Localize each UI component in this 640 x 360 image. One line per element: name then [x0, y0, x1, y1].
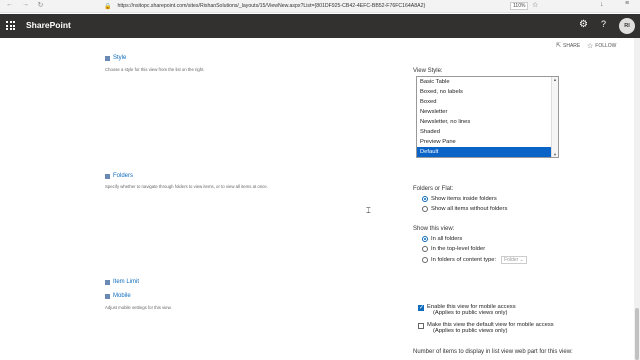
view-style-option[interactable]: Basic Table [417, 77, 552, 87]
view-style-label: View Style: [413, 68, 443, 74]
chevron-down-icon: ⌄ [519, 257, 524, 263]
mouse-cursor-icon: ⌶ [366, 206, 371, 215]
view-style-listbox[interactable]: Basic Table Boxed, no labels Boxed Newsl… [416, 76, 559, 158]
follow-label: FOLLOW [595, 43, 617, 49]
select-value: Folder [504, 257, 519, 263]
collapse-icon [105, 55, 110, 61]
radio-button[interactable] [422, 206, 428, 212]
content-type-select[interactable]: Folder ⌄ [501, 256, 527, 264]
show-view-label: Show this view: [413, 226, 455, 232]
collapse-icon [105, 279, 110, 285]
address-bar[interactable]: 🔒 https://nsitopc.sharepoint.com/sites/R… [104, 1, 425, 11]
default-mobile-checkbox-row[interactable]: Make this view the default view for mobi… [418, 322, 554, 334]
style-description: Choose a style for this view from the li… [105, 67, 205, 72]
radio-button[interactable] [422, 196, 428, 202]
listbox-scrollbar[interactable]: ▲ ▼ [551, 77, 558, 157]
app-title[interactable]: SharePoint [26, 20, 71, 30]
scroll-down-icon[interactable]: ▼ [553, 152, 557, 157]
address-url: https://nsitopc.sharepoint.com/sites/Ris… [117, 3, 426, 9]
menu-icon[interactable]: ≡ [625, 0, 629, 7]
style-title-text: Style [113, 55, 127, 61]
radio-show-without-folders[interactable]: Show all items without folders [422, 206, 507, 212]
suite-bar: SharePoint ⚙ ? RI [0, 14, 640, 38]
radio-button[interactable] [422, 236, 428, 242]
waffle-icon[interactable] [6, 21, 15, 30]
view-style-option[interactable]: Preview Pane [417, 137, 552, 147]
view-style-option[interactable]: Newsletter, no lines [417, 117, 552, 127]
item-count-label: Number of items to display in list view … [413, 349, 573, 355]
radio-label: Show items inside folders [431, 196, 497, 202]
folders-title-text: Folders [113, 173, 134, 179]
view-style-option[interactable]: Newsletter [417, 107, 552, 117]
folders-description: Specify whether to navigate through fold… [105, 184, 268, 189]
item-limit-title-text: Item Limit [113, 279, 140, 285]
checkbox[interactable] [418, 322, 424, 329]
back-icon[interactable]: ← [4, 1, 15, 8]
scroll-thumb[interactable] [635, 308, 639, 360]
lock-icon: 🔒 [104, 3, 112, 10]
mobile-section-title[interactable]: Mobile [105, 293, 131, 299]
radio-top-level-folder[interactable]: In the top-level folder [422, 246, 485, 252]
folders-flat-label: Folders or Flat: [413, 186, 454, 192]
radio-label: In the top-level folder [431, 246, 486, 252]
item-limit-section-title[interactable]: Item Limit [105, 279, 139, 285]
radio-label: In all folders [431, 236, 463, 242]
share-icon: ⇱ [556, 43, 562, 49]
mobile-description: Adjust mobile settings for this view. [105, 305, 172, 310]
radio-show-inside-folders[interactable]: Show items inside folders [422, 196, 497, 202]
forward-icon[interactable]: → [20, 1, 31, 8]
download-icon[interactable]: ↓ [600, 1, 604, 8]
checkbox-sublabel: (Applies to public views only) [433, 310, 508, 316]
zoom-level[interactable]: 110% [510, 2, 529, 10]
radio-label: Show all items without folders [431, 206, 508, 212]
star-icon: ☆ [587, 43, 594, 50]
page-scrollbar[interactable] [634, 38, 640, 360]
checkbox-sublabel: (Applies to public views only) [433, 328, 508, 334]
view-style-option[interactable]: Shaded [417, 127, 552, 137]
star-icon[interactable]: ☆ [532, 1, 538, 9]
enable-mobile-checkbox-row[interactable]: Enable this view for mobile access (Appl… [418, 304, 516, 316]
gear-icon[interactable]: ⚙ [579, 19, 588, 30]
share-button[interactable]: ⇱ SHARE [556, 42, 581, 50]
radio-all-folders[interactable]: In all folders [422, 236, 462, 242]
folders-section-title[interactable]: Folders [105, 173, 133, 179]
collapse-icon [105, 293, 110, 299]
avatar[interactable]: RI [619, 18, 635, 34]
style-section-title[interactable]: Style [105, 55, 126, 61]
view-style-option[interactable]: Boxed [417, 97, 552, 107]
collapse-icon [105, 173, 110, 179]
follow-button[interactable]: ☆ FOLLOW [587, 42, 616, 50]
radio-button[interactable] [422, 257, 428, 263]
radio-label: In folders of content type: [431, 257, 497, 263]
share-label: SHARE [563, 42, 581, 49]
browser-toolbar: ← → ↻ 🔒 https://nsitopc.sharepoint.com/s… [0, 0, 640, 13]
view-style-option[interactable]: Boxed, no labels [417, 87, 552, 97]
view-style-option-selected[interactable]: Default [417, 147, 552, 157]
radio-button[interactable] [422, 246, 428, 252]
checkbox[interactable] [418, 304, 424, 311]
help-icon[interactable]: ? [601, 19, 606, 29]
radio-content-type[interactable]: In folders of content type: Folder ⌄ [422, 256, 527, 264]
refresh-icon[interactable]: ↻ [35, 1, 46, 9]
mobile-title-text: Mobile [113, 293, 131, 299]
scroll-up-icon[interactable]: ▲ [553, 77, 557, 82]
